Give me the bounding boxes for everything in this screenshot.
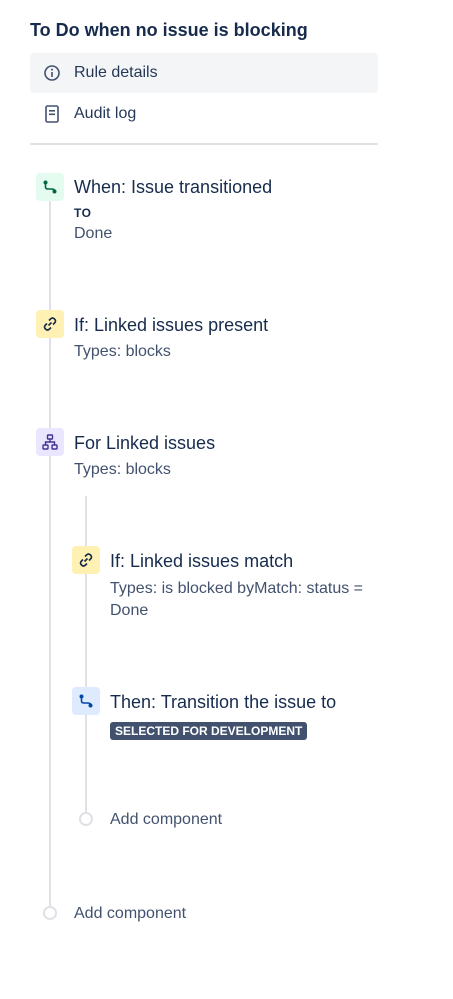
add-component-inner[interactable]: Add component [110,811,222,829]
action-title[interactable]: Then: Transition the issue to [110,692,336,713]
trigger-to-value: Done [74,225,113,242]
trigger-title[interactable]: When: Issue transitioned [74,177,272,198]
nav-audit-log[interactable]: Audit log [30,94,378,134]
status-lozenge: SELECTED FOR DEVELOPMENT [110,722,308,740]
condition1-title[interactable]: If: Linked issues present [74,315,268,336]
link-icon [72,546,100,574]
link-icon [36,310,64,338]
nav-rule-details-label: Rule details [74,64,158,81]
add-component-node-inner[interactable] [79,812,93,826]
branch-icon [36,428,64,456]
transition-icon [36,173,64,201]
nav-audit-log-label: Audit log [74,105,137,122]
add-component-node-outer[interactable] [43,906,57,920]
info-icon [42,63,62,83]
branch-title[interactable]: For Linked issues [74,433,215,454]
document-icon [42,104,62,124]
condition2-title[interactable]: If: Linked issues match [110,551,293,572]
condition1-sub: Types: blocks [74,343,171,360]
trigger-to-label: TO [74,206,92,220]
add-component-outer[interactable]: Add component [74,905,186,923]
condition2-sub: Types: is blocked byMatch: status = Done [110,580,364,619]
nav-rule-details[interactable]: Rule details [30,53,378,93]
timeline-line-outer [49,200,51,910]
branch-sub: Types: blocks [74,461,171,478]
divider [30,143,378,145]
rule-title: To Do when no issue is blocking [30,20,308,40]
transition-icon [72,687,100,715]
timeline-line-inner [85,496,87,814]
